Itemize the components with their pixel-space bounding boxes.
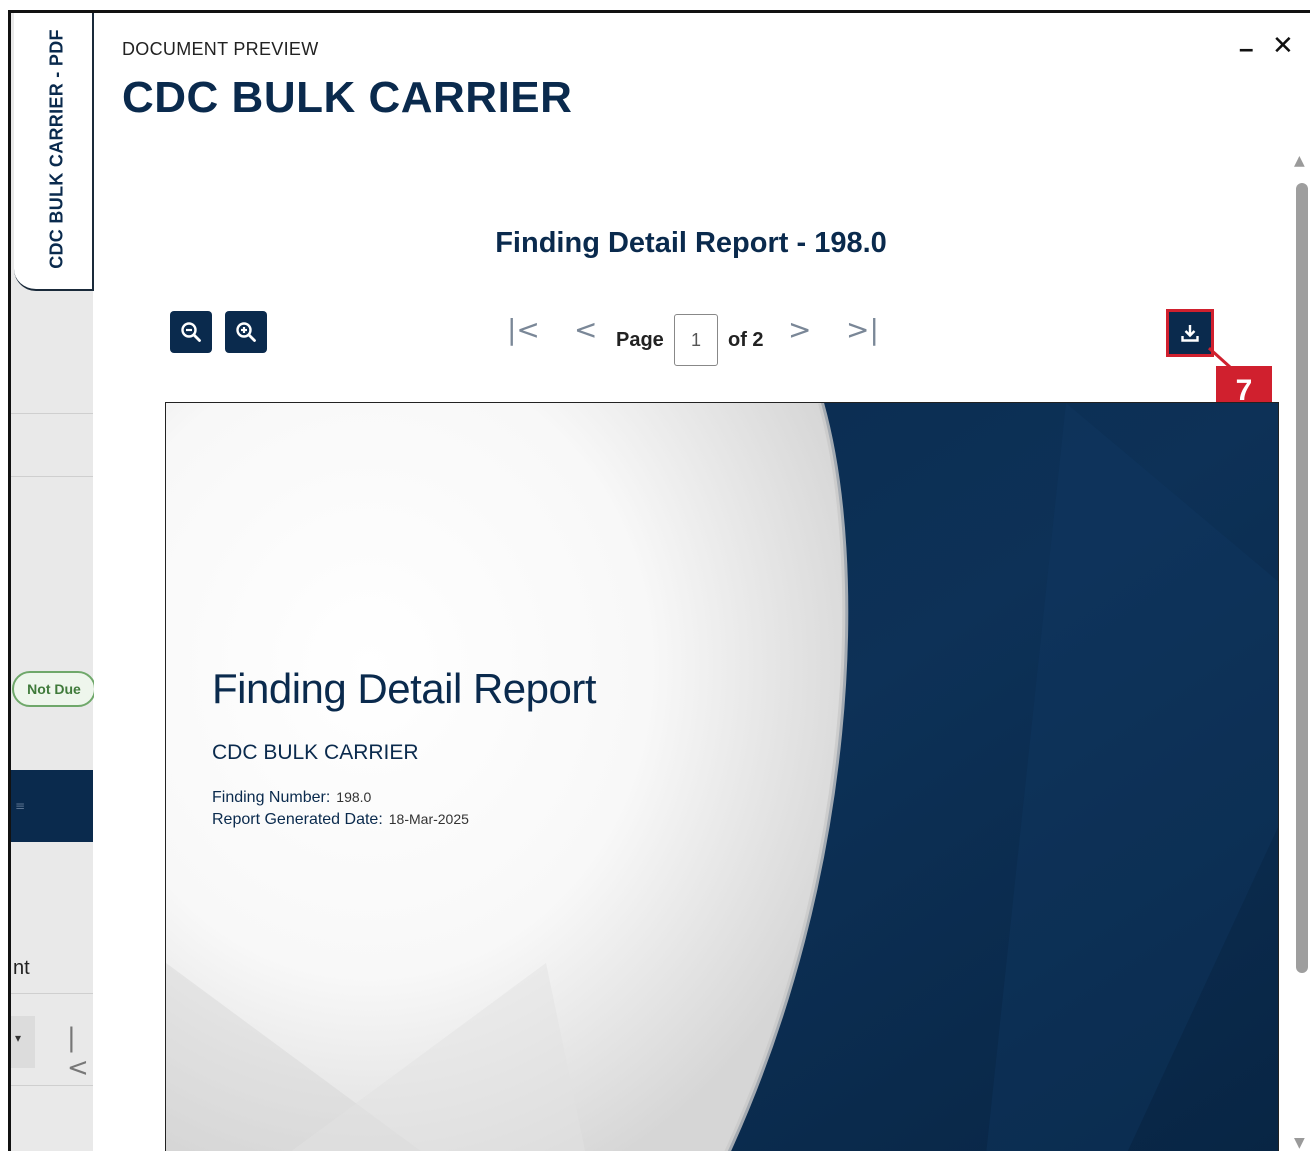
zoom-in-button[interactable]: [225, 311, 267, 353]
first-page-icon[interactable]: |<: [67, 1023, 93, 1083]
cover-art: [166, 403, 1278, 1151]
next-page-button[interactable]: >: [788, 313, 811, 346]
report-date-label: Report Generated Date:: [212, 811, 383, 828]
side-tab-label: CDC BULK CARRIER - PDF: [46, 29, 67, 269]
close-button[interactable]: ✕: [1272, 31, 1294, 61]
pdf-page: Finding Detail Report CDC BULK CARRIER F…: [165, 402, 1279, 1151]
document-preview-panel: DOCUMENT PREVIEW CDC BULK CARRIER – ✕ Fi…: [94, 13, 1310, 1151]
zoom-out-icon: [181, 322, 201, 342]
zoom-out-button[interactable]: [170, 311, 212, 353]
report-heading: Finding Detail Report - 198.0: [495, 227, 887, 259]
previous-page-button[interactable]: <: [574, 313, 597, 346]
page-title: CDC BULK CARRIER: [122, 73, 573, 122]
divider: [11, 476, 93, 477]
chevron-down-icon: ▾: [15, 1031, 22, 1045]
scroll-down-arrow[interactable]: ▼: [1294, 1135, 1305, 1151]
finding-number-value: 198.0: [336, 789, 372, 805]
finding-number-label: Finding Number:: [212, 789, 331, 806]
side-tab[interactable]: CDC BULK CARRIER - PDF: [14, 13, 94, 291]
preview-label: DOCUMENT PREVIEW: [122, 39, 319, 59]
scroll-up-arrow[interactable]: ▲: [1294, 153, 1305, 169]
divider: [11, 993, 93, 994]
finding-number-row: Finding Number: 198.0: [212, 789, 371, 807]
first-page-button[interactable]: |<: [507, 313, 540, 346]
download-icon: [1181, 325, 1199, 342]
divider: [11, 1085, 93, 1086]
report-date-value: 18-Mar-2025: [388, 811, 469, 827]
cover-title: Finding Detail Report: [212, 665, 597, 712]
report-date-row: Report Generated Date: 18-Mar-2025: [212, 811, 469, 829]
cover-vessel: CDC BULK CARRIER: [212, 741, 419, 764]
app-frame: Not Due ≡ nt ▾ |< CDC BULK CARRIER - PDF…: [8, 10, 1310, 1151]
page-count-label: of 2: [728, 329, 764, 351]
page-label: Page: [616, 329, 664, 351]
scrollbar-thumb[interactable]: [1296, 183, 1308, 973]
filter-icon[interactable]: ≡: [15, 799, 27, 813]
zoom-in-icon: [236, 322, 256, 342]
partial-label: nt: [13, 957, 30, 979]
page-number-input[interactable]: [674, 314, 718, 366]
status-badge: Not Due: [12, 671, 96, 707]
minimize-button[interactable]: –: [1239, 33, 1253, 64]
download-button[interactable]: [1166, 309, 1214, 357]
last-page-button[interactable]: >|: [846, 313, 879, 346]
divider: [11, 413, 93, 414]
